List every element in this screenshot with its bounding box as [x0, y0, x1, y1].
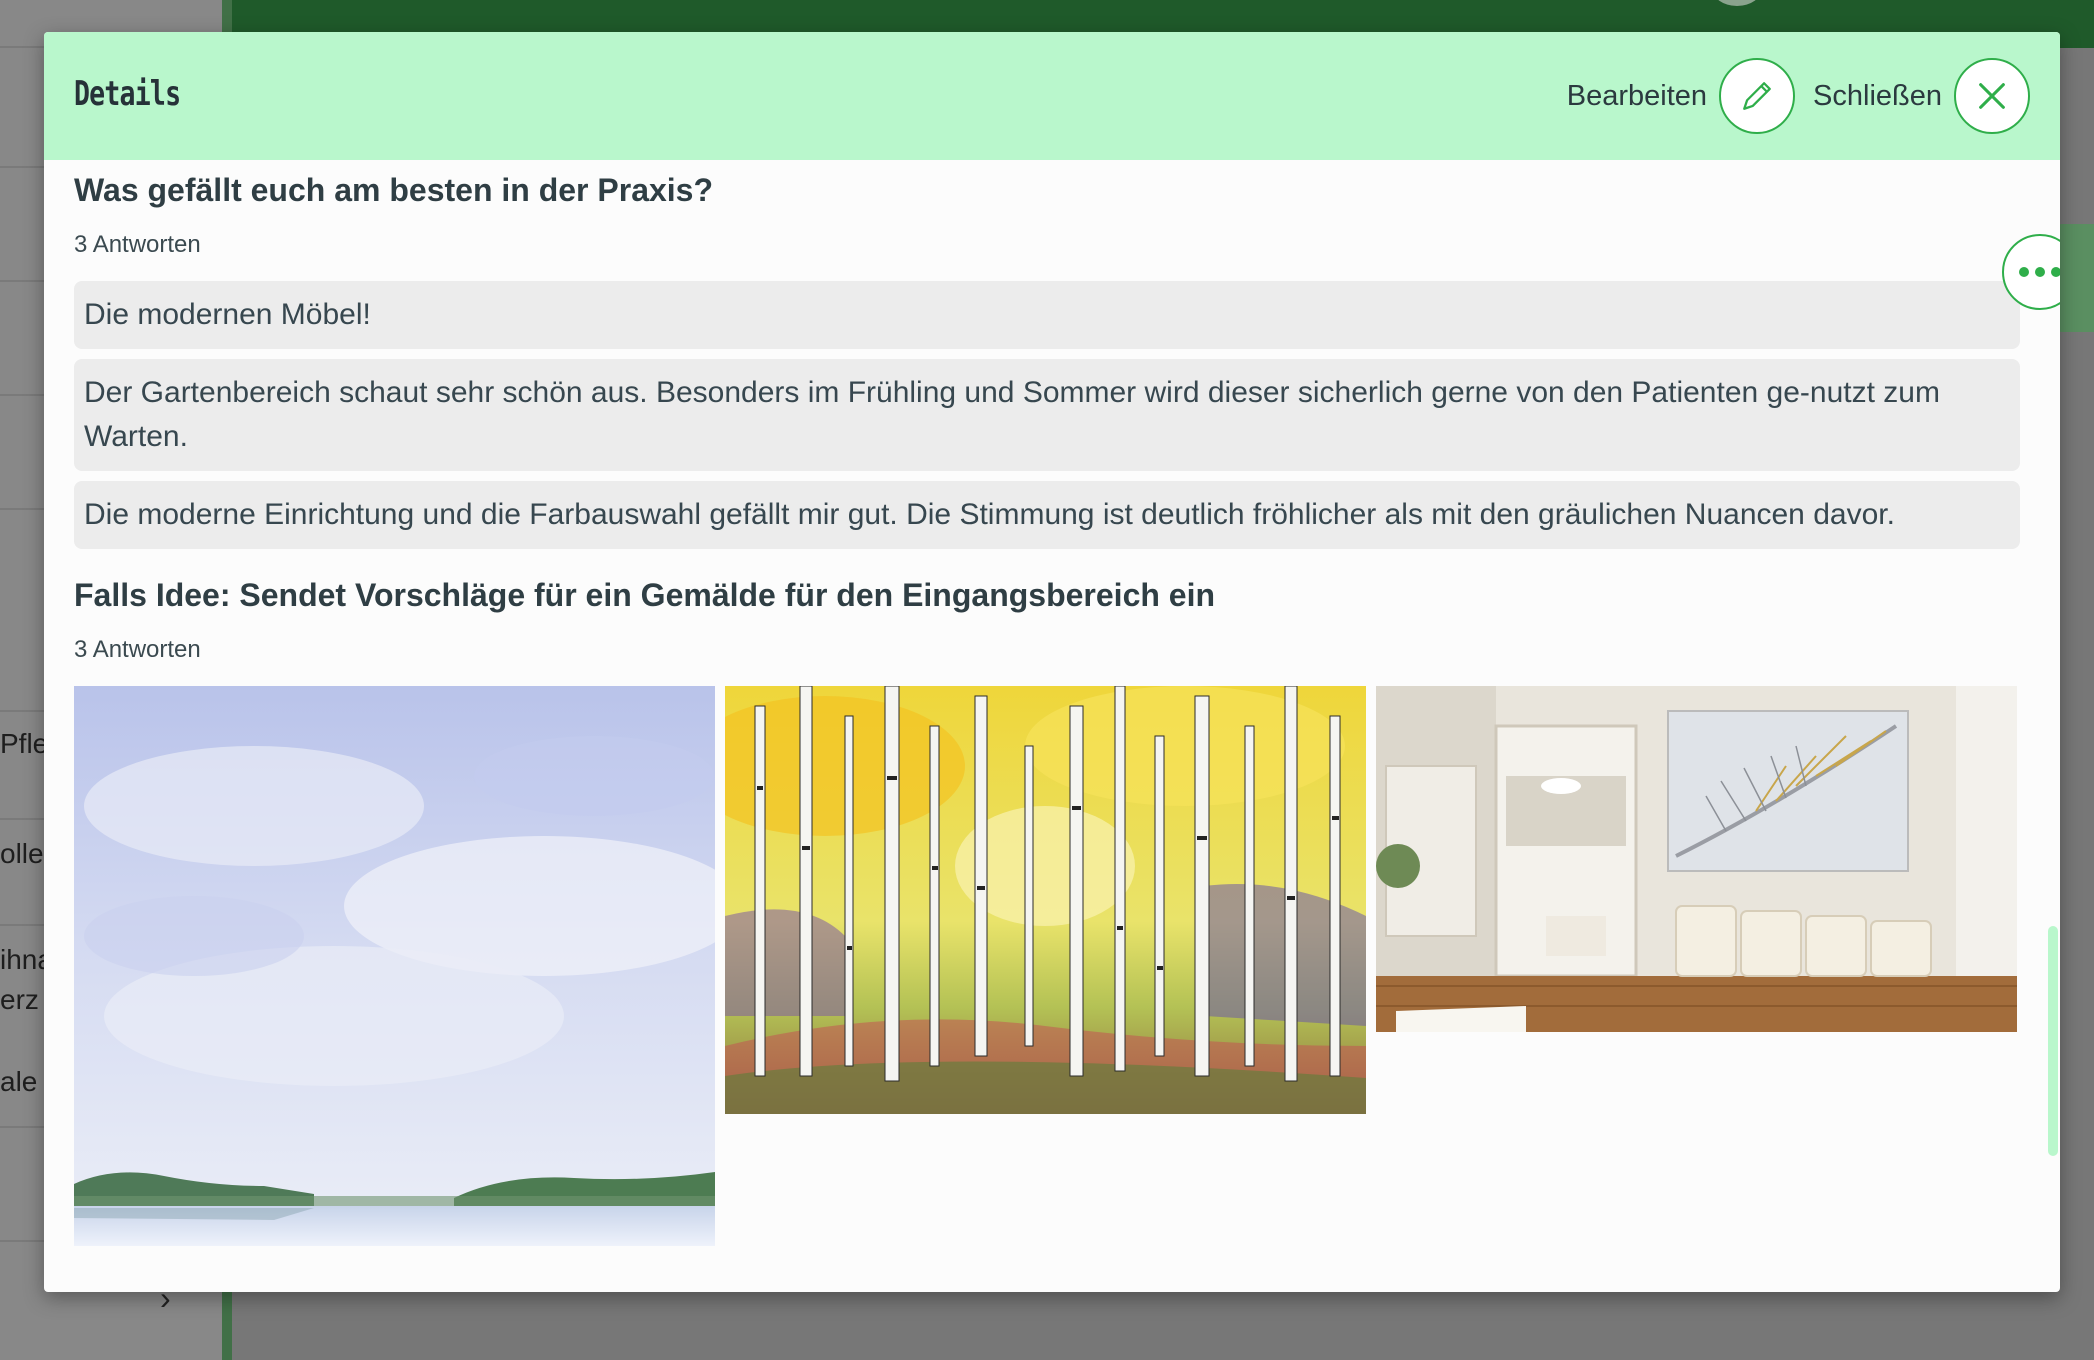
- modal-header: Details Bearbeiten Schließen: [44, 32, 2060, 160]
- background-accent: [2056, 224, 2094, 332]
- sidebar-item-label[interactable]: ale: [0, 1066, 37, 1098]
- answer-item: Der Gartenbereich schaut sehr schön aus.…: [74, 359, 2020, 471]
- question-title: Falls Idee: Sendet Vorschläge für ein Ge…: [74, 577, 1216, 613]
- modal-body: Was gefällt euch am besten in der Praxis…: [74, 160, 2060, 1246]
- header-actions: Bearbeiten Schließen: [1567, 58, 2030, 134]
- avatar: [1712, 0, 1762, 6]
- edit-button[interactable]: [1719, 58, 1796, 134]
- birch-forest-painting[interactable]: [725, 686, 1366, 1114]
- question-title: Was gefällt euch am besten in der Praxis…: [74, 172, 714, 208]
- modal-title: Details: [74, 74, 181, 114]
- details-modal: Details Bearbeiten Schließen Was gefällt…: [44, 32, 2060, 1292]
- scrollbar[interactable]: [2048, 926, 2058, 1156]
- answer-item: Die moderne Einrichtung und die Farbausw…: [74, 481, 2020, 549]
- answer-item: Die modernen Möbel!: [74, 281, 2020, 349]
- more-icon: [2019, 267, 2060, 277]
- pencil-icon: [1743, 82, 1771, 110]
- image-answers: [74, 686, 2020, 1246]
- answer-count: 3 Antworten: [74, 231, 201, 258]
- sidebar-item-label[interactable]: Pfle: [0, 728, 48, 760]
- close-button[interactable]: [1954, 58, 2030, 134]
- close-icon: [1979, 83, 2005, 109]
- answer-list: Die modernen Möbel! Der Gartenbereich sc…: [74, 281, 2020, 549]
- sidebar-item-label[interactable]: erz: [0, 984, 39, 1016]
- edit-label[interactable]: Bearbeiten: [1567, 80, 1707, 113]
- close-label[interactable]: Schließen: [1813, 80, 1942, 113]
- sky-landscape-painting[interactable]: [74, 686, 715, 1246]
- answer-count: 3 Antworten: [74, 636, 201, 663]
- waiting-room-photo[interactable]: [1376, 686, 2017, 1032]
